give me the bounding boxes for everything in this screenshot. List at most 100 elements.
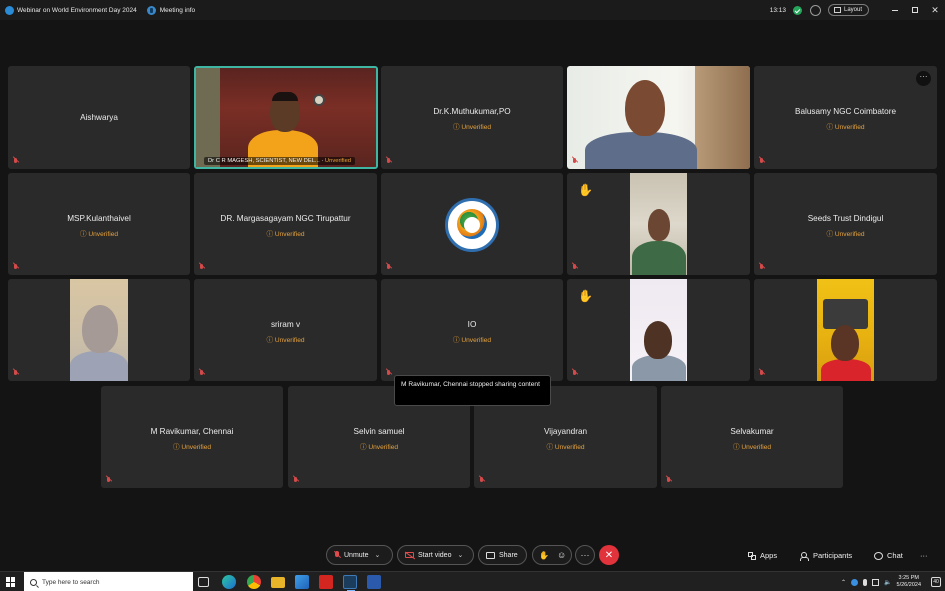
unverified-label: Unverified xyxy=(381,121,563,131)
webex-taskbar-icon[interactable] xyxy=(343,575,357,591)
participant-tile-seeds-trust[interactable]: Seeds Trust Dindigul Unverified xyxy=(754,173,937,275)
muted-mic-icon xyxy=(386,158,392,165)
person-head xyxy=(831,325,859,361)
person-body xyxy=(821,359,871,381)
person-head xyxy=(644,321,672,359)
layout-button[interactable]: Layout xyxy=(827,4,869,16)
speaker-unverified: Unverified xyxy=(324,158,352,164)
word-app-icon[interactable] xyxy=(367,575,381,589)
participant-tile-video-5[interactable] xyxy=(754,279,937,381)
chat-icon xyxy=(874,551,883,560)
participant-name: Vijayandran xyxy=(543,427,588,436)
muted-mic-icon xyxy=(759,158,765,165)
more-options-button[interactable]: ··· xyxy=(575,545,595,565)
unverified-label: Unverified xyxy=(381,334,563,344)
unverified-label: Unverified xyxy=(101,441,283,451)
participant-video xyxy=(567,66,750,169)
acrobat-reader-icon[interactable] xyxy=(319,575,333,589)
chat-button[interactable]: Chat xyxy=(874,549,903,562)
participant-tile-video-4[interactable]: ✋ xyxy=(567,279,750,381)
unverified-label: Unverified xyxy=(661,441,843,451)
leave-meeting-button[interactable]: ✕ xyxy=(599,545,619,565)
unmute-button[interactable]: Unmute ⌄ xyxy=(326,545,393,565)
file-explorer-icon[interactable] xyxy=(271,577,285,588)
person-body xyxy=(585,132,697,169)
tile-more-options-button[interactable]: ··· xyxy=(916,71,931,86)
microphone-tray-icon[interactable] xyxy=(863,578,868,586)
participants-button[interactable]: Participants xyxy=(800,549,852,562)
share-stopped-notification: M Ravikumar, Chennai stopped sharing con… xyxy=(394,375,551,406)
participant-tile-video-2[interactable]: ✋ xyxy=(567,173,750,275)
onedrive-icon[interactable] xyxy=(851,578,859,586)
person-body xyxy=(70,351,128,381)
overflow-menu-button[interactable]: ··· xyxy=(920,549,928,562)
restore-button[interactable] xyxy=(905,0,925,20)
participant-video xyxy=(630,279,687,381)
muted-mic-icon xyxy=(13,264,19,271)
participant-tile-sriram[interactable]: sriram v Unverified xyxy=(194,279,377,381)
meeting-info-link[interactable]: Meeting info xyxy=(160,7,195,14)
share-button[interactable]: Share xyxy=(478,545,527,565)
volume-icon[interactable]: 🔈 xyxy=(884,579,891,586)
participant-tile-aishwarya[interactable]: Aishwarya xyxy=(8,66,190,169)
raise-hand-icon[interactable]: ✋ xyxy=(539,551,549,560)
reactions-emoji-icon[interactable]: ☺ xyxy=(557,550,566,560)
participant-name: Dr.K.Muthukumar,PO xyxy=(433,107,511,116)
muted-mic-icon xyxy=(572,158,578,165)
restore-icon xyxy=(912,7,918,13)
participant-name: Selvakumar xyxy=(730,427,774,436)
photos-app-icon[interactable] xyxy=(295,575,309,589)
chevron-down-icon[interactable]: ⌄ xyxy=(457,551,463,559)
windows-taskbar: Type here to search ⌃ 🔈 3:25 PM 5/26/202… xyxy=(0,571,945,591)
search-icon xyxy=(30,578,37,586)
taskbar-search-box[interactable]: Type here to search xyxy=(24,572,193,591)
participant-tile-selvakumar[interactable]: Selvakumar Unverified xyxy=(661,386,843,488)
unverified-label: Unverified xyxy=(754,228,937,238)
participant-tile-muthukumar[interactable]: Dr.K.Muthukumar,PO Unverified xyxy=(381,66,563,169)
taskbar-clock[interactable]: 3:25 PM 5/26/2024 xyxy=(897,575,921,589)
muted-mic-icon xyxy=(386,264,392,271)
search-participants-icon[interactable] xyxy=(809,4,821,16)
windows-start-icon[interactable] xyxy=(6,577,16,587)
muted-mic-icon xyxy=(759,264,765,271)
apps-button[interactable]: Apps xyxy=(748,549,777,562)
chat-label: Chat xyxy=(887,551,903,560)
participant-tile-io[interactable]: IO Unverified xyxy=(381,279,563,381)
taskbar-date: 5/26/2024 xyxy=(896,582,921,588)
participant-video xyxy=(70,279,128,381)
network-icon[interactable] xyxy=(872,578,880,586)
taskbar-time: 3:25 PM xyxy=(898,575,919,581)
minimize-button[interactable] xyxy=(885,0,905,20)
muted-mic-icon xyxy=(759,370,765,377)
start-video-button[interactable]: Start video ⌄ xyxy=(397,545,474,565)
start-video-label: Start video xyxy=(418,551,452,559)
participant-tile-kulanthaivel[interactable]: MSP.Kulanthaivel Unverified xyxy=(8,173,190,275)
participant-tile-ravikumar[interactable]: M Ravikumar, Chennai Unverified xyxy=(101,386,283,488)
minimize-icon xyxy=(892,9,898,11)
participant-tile-balusamy[interactable]: ··· Balusamy NGC Coimbatore Unverified xyxy=(754,66,937,169)
edge-browser-icon[interactable] xyxy=(222,575,236,589)
connection-status-icon[interactable] xyxy=(792,5,802,15)
participant-tile-active-speaker[interactable]: Dr C R MAGESH, SCIENTIST, NEW DEL... · U… xyxy=(194,66,378,169)
participant-tile-video-3[interactable] xyxy=(8,279,190,381)
share-label: Share xyxy=(499,551,518,559)
participants-icon xyxy=(800,551,809,561)
speaker-name: Dr C R MAGESH, SCIENTIST, NEW DEL... xyxy=(208,158,320,164)
participant-name: Selvin samuel xyxy=(353,427,405,436)
participant-tile-margasagayam[interactable]: DR. Margasagayam NGC Tirupattur Unverifi… xyxy=(194,173,377,275)
chrome-browser-icon[interactable] xyxy=(247,575,261,589)
close-window-button[interactable]: ✕ xyxy=(925,0,945,20)
title-bar-right: 13:13 Layout ✕ xyxy=(770,0,945,20)
show-hidden-icons-icon[interactable]: ⌃ xyxy=(841,579,846,586)
person-hair xyxy=(272,92,298,101)
participant-tile-video-1[interactable] xyxy=(567,66,750,169)
meeting-info-icon[interactable] xyxy=(146,5,156,15)
webex-logo-icon xyxy=(5,5,14,15)
chevron-down-icon[interactable]: ⌄ xyxy=(375,551,381,559)
participant-video xyxy=(817,279,874,381)
notifications-icon[interactable]: 40 xyxy=(931,577,941,587)
task-view-icon[interactable] xyxy=(198,577,209,587)
unverified-label: Unverified xyxy=(8,228,190,238)
raised-hand-icon: ✋ xyxy=(578,183,593,197)
taskbar-search-placeholder: Type here to search xyxy=(42,578,100,586)
